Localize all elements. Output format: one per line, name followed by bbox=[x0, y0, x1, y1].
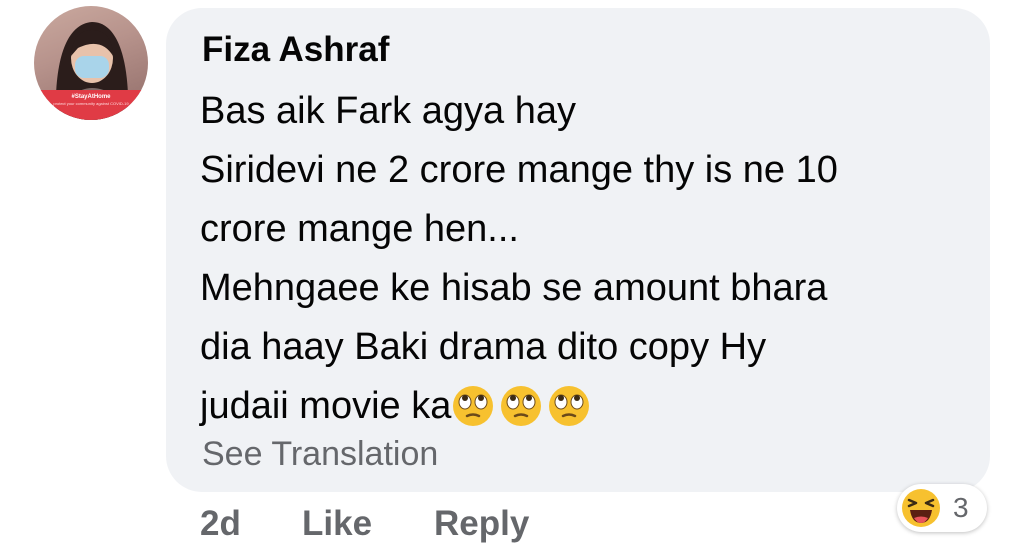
comment-line: Bas aik Fark agya hay bbox=[200, 90, 576, 132]
see-translation-link[interactable]: See Translation bbox=[202, 432, 438, 476]
laughing-face-icon bbox=[902, 489, 940, 527]
comment-line: dia haay Baki drama dito copy Hy bbox=[200, 326, 767, 368]
like-button[interactable]: Like bbox=[302, 502, 372, 546]
reply-button[interactable]: Reply bbox=[434, 502, 529, 546]
avatar-badge: #StayAtHome protect your community again… bbox=[34, 90, 148, 120]
comment-text: Bas aik Fark agya hay Siridevi ne 2 cror… bbox=[200, 82, 980, 436]
comment-timestamp[interactable]: 2d bbox=[200, 502, 241, 546]
rolling-eyes-emoji-icon bbox=[501, 386, 542, 426]
rolling-eyes-emoji-icon bbox=[453, 386, 494, 426]
comment-line: crore mange hen... bbox=[200, 208, 519, 250]
rolling-eyes-emoji-icon bbox=[549, 386, 590, 426]
comment-author[interactable]: Fiza Ashraf bbox=[202, 30, 389, 70]
comment-last-line: judaii movie ka bbox=[200, 377, 980, 436]
reaction-count: 3 bbox=[953, 492, 969, 523]
comment-line: Siridevi ne 2 crore mange thy is ne 10 bbox=[200, 149, 838, 191]
comment-line: judaii movie ka bbox=[200, 385, 452, 427]
comment-line: Mehngaee ke hisab se amount bhara bbox=[200, 267, 828, 309]
avatar[interactable]: #StayAtHome protect your community again… bbox=[34, 6, 148, 120]
reaction-summary[interactable]: 3 bbox=[897, 484, 987, 532]
avatar-badge-subtitle: protect your community against COVID-19 bbox=[53, 101, 129, 106]
avatar-badge-title: #StayAtHome bbox=[71, 94, 111, 100]
